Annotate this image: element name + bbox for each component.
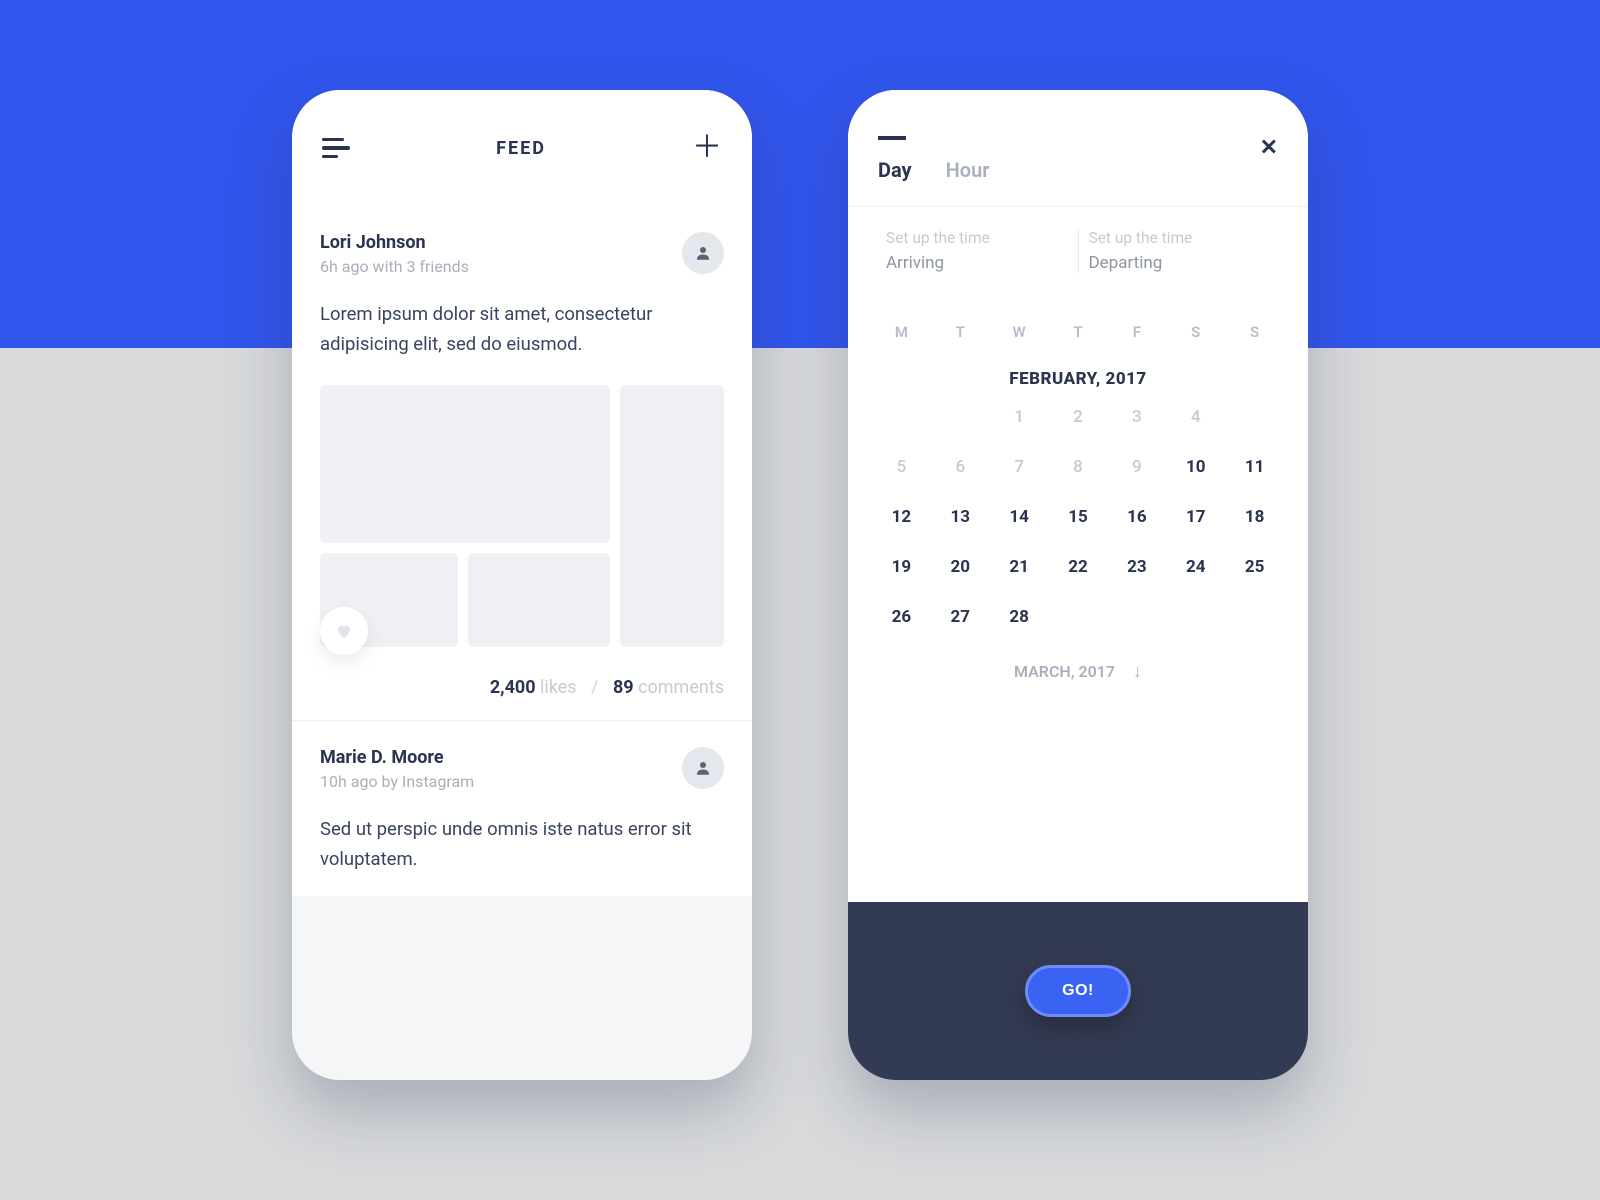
calendar-day[interactable]: 19 [872,557,931,577]
comments-count: 89 [613,677,634,698]
calendar-day[interactable]: 24 [1166,557,1225,577]
departing-field[interactable]: Set up the time Departing [1079,229,1281,273]
calendar-day[interactable]: 23 [1107,557,1166,577]
calendar-footer: GO! [848,902,1308,1080]
calendar-day[interactable]: 25 [1225,557,1284,577]
departing-value: Departing [1089,253,1271,273]
feed-header: FEED ＋ [292,90,752,206]
post-author: Lori Johnson [320,232,469,253]
weekday-label: M [872,323,931,341]
feed-body: Lori Johnson 6h ago with 3 friends Lorem… [292,206,752,1080]
calendar-body: MTWTFSS FEBRUARY, 2017 12345678910111213… [848,295,1308,902]
time-selection: Set up the time Arriving Set up the time… [848,206,1308,295]
calendar-day[interactable]: 16 [1107,507,1166,527]
post-stats: 2,400 likes / 89 comments [320,677,724,698]
user-icon [694,759,712,777]
calendar-day[interactable]: 20 [931,557,990,577]
arriving-value: Arriving [886,253,1068,273]
weekday-label: T [931,323,990,341]
weekday-label: T [1049,323,1108,341]
chevron-down-icon: ↓ [1133,661,1142,682]
tab-day[interactable]: Day [878,136,912,182]
comments-label: comments [638,677,724,698]
post-meta: 6h ago with 3 friends [320,257,469,276]
heart-icon [335,622,353,640]
go-button[interactable]: GO! [1025,965,1131,1017]
next-month-label: MARCH, 2017 [1014,662,1115,681]
calendar-day[interactable]: 17 [1166,507,1225,527]
weekday-label: S [1225,323,1284,341]
calendar-day[interactable]: 15 [1049,507,1108,527]
likes-count: 2,400 [490,677,536,698]
tab-hour[interactable]: Hour [946,136,990,182]
calendar-day[interactable]: 12 [872,507,931,527]
calendar-day[interactable]: 28 [990,607,1049,627]
image-placeholder[interactable] [320,385,610,543]
arriving-field[interactable]: Set up the time Arriving [876,229,1079,273]
next-month[interactable]: MARCH, 2017 ↓ [872,661,1284,682]
calendar-day[interactable]: 18 [1225,507,1284,527]
tabs: Day Hour [878,114,1278,206]
menu-icon[interactable] [322,138,350,158]
calendar-header: Day Hour ✕ [848,90,1308,206]
calendar-screen: Day Hour ✕ Set up the time Arriving Set … [848,90,1308,1080]
calendar-day[interactable]: 13 [931,507,990,527]
calendar-day[interactable]: 3 [1107,407,1166,427]
weekday-row: MTWTFSS [872,323,1284,341]
feed-post: Lori Johnson 6h ago with 3 friends Lorem… [292,206,752,720]
avatar[interactable] [682,747,724,789]
weekday-label: W [990,323,1049,341]
post-meta: 10h ago by Instagram [320,772,474,791]
like-button[interactable] [320,607,368,655]
stats-separator: / [591,677,598,698]
calendar-day[interactable]: 2 [1049,407,1108,427]
weekday-label: F [1107,323,1166,341]
month-title: FEBRUARY, 2017 [872,369,1284,389]
feed-screen: FEED ＋ Lori Johnson 6h ago with 3 friend… [292,90,752,1080]
post-body: Sed ut perspic unde omnis iste natus err… [320,815,724,874]
weekday-label: S [1166,323,1225,341]
calendar-day[interactable]: 14 [990,507,1049,527]
image-placeholder[interactable] [620,385,724,647]
post-images [320,385,724,647]
calendar-day[interactable]: 27 [931,607,990,627]
post-body: Lorem ipsum dolor sit amet, consectetur … [320,300,724,359]
close-icon[interactable]: ✕ [1260,136,1278,161]
calendar-day[interactable]: 8 [1049,457,1108,477]
feed-post: Marie D. Moore 10h ago by Instagram Sed … [292,720,752,896]
arriving-label: Set up the time [886,229,1068,247]
calendar-day[interactable]: 21 [990,557,1049,577]
calendar-day[interactable]: 7 [990,457,1049,477]
user-icon [694,244,712,262]
calendar-day[interactable]: 26 [872,607,931,627]
likes-label: likes [540,677,577,698]
post-author: Marie D. Moore [320,747,474,768]
calendar-day[interactable]: 11 [1225,457,1284,477]
calendar-day[interactable]: 6 [931,457,990,477]
calendar-day[interactable]: 4 [1166,407,1225,427]
avatar[interactable] [682,232,724,274]
days-grid: 1234567891011121314151617181920212223242… [872,407,1284,627]
add-post-icon[interactable]: ＋ [692,133,722,163]
image-placeholder[interactable] [468,553,610,647]
page-title: FEED [496,138,546,159]
calendar-day[interactable]: 1 [990,407,1049,427]
departing-label: Set up the time [1089,229,1271,247]
calendar-day[interactable]: 22 [1049,557,1108,577]
calendar-day[interactable]: 10 [1166,457,1225,477]
calendar-day[interactable]: 5 [872,457,931,477]
calendar-day[interactable]: 9 [1107,457,1166,477]
